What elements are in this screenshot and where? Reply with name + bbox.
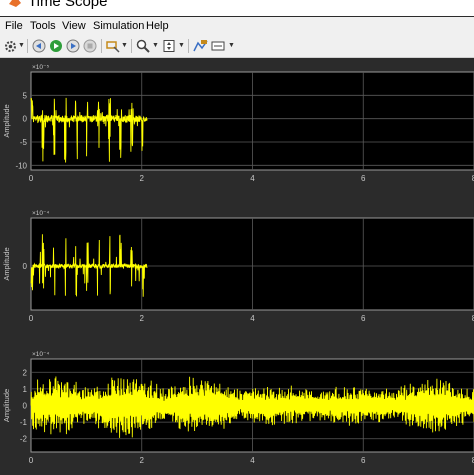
scope-plot-svg: 024680×10⁻⁴Amplitude xyxy=(2,210,474,323)
step-forward-icon[interactable] xyxy=(65,38,81,54)
y-tick-label: 2 xyxy=(23,368,28,377)
toolbar-separator xyxy=(101,39,102,53)
toolbar-separator xyxy=(188,39,189,53)
exponent-label: ×10⁻⁴ xyxy=(32,210,49,217)
scale-dropdown-icon[interactable]: ▼ xyxy=(178,42,185,49)
x-tick-label: 4 xyxy=(250,456,255,465)
x-tick-label: 6 xyxy=(361,456,366,465)
x-tick-label: 6 xyxy=(361,174,366,183)
scope-plot-area: 0246850-5-10×10⁻⁵Amplitude 024680×10⁻⁴Am… xyxy=(0,58,474,475)
scope-plot-2[interactable]: 024680×10⁻⁴Amplitude xyxy=(0,202,474,330)
scope-plot-1[interactable]: 0246850-5-10×10⁻⁵Amplitude xyxy=(0,58,474,190)
scope-plot-svg: 0246850-5-10×10⁻⁵Amplitude xyxy=(2,64,474,183)
zoom-icon[interactable] xyxy=(135,38,151,54)
measurements-alt-icon[interactable] xyxy=(210,38,226,54)
window-title: Time Scope xyxy=(28,0,108,10)
x-tick-label: 2 xyxy=(140,456,145,465)
zoom-dropdown-icon[interactable]: ▼ xyxy=(152,42,159,49)
y-tick-label: 1 xyxy=(23,385,28,394)
menu-view[interactable]: View xyxy=(62,20,86,32)
x-tick-label: 4 xyxy=(250,174,255,183)
x-tick-label: 0 xyxy=(29,174,34,183)
y-tick-label: -1 xyxy=(20,418,28,427)
x-tick-label: 0 xyxy=(29,456,34,465)
y-axis-label: Amplitude xyxy=(2,104,11,137)
y-axis-label: Amplitude xyxy=(2,247,11,280)
rewind-icon[interactable] xyxy=(31,38,47,54)
y-tick-label: -10 xyxy=(15,161,27,170)
toolbar-separator xyxy=(27,39,28,53)
y-tick-label: 0 xyxy=(23,262,28,271)
menu-file[interactable]: File xyxy=(5,20,23,32)
x-tick-label: 6 xyxy=(361,314,366,323)
x-tick-label: 2 xyxy=(140,174,145,183)
x-tick-label: 0 xyxy=(29,314,34,323)
x-tick-label: 2 xyxy=(140,314,145,323)
scope-plot-3[interactable]: 02468210-1-2×10⁻⁴Amplitude xyxy=(0,342,474,475)
y-tick-label: -5 xyxy=(20,138,28,147)
x-tick-label: 4 xyxy=(250,314,255,323)
highlight-icon[interactable] xyxy=(104,38,120,54)
highlight-dropdown-icon[interactable]: ▼ xyxy=(121,42,128,49)
menu-help[interactable]: Help xyxy=(146,20,169,32)
y-tick-label: 5 xyxy=(23,91,28,100)
y-tick-label: 0 xyxy=(23,115,28,124)
gear-icon[interactable] xyxy=(3,38,17,54)
toolbar: ▼ ▼ ▼ ▼ ▼ xyxy=(0,35,474,58)
run-icon[interactable] xyxy=(48,38,64,54)
menu-bar: File Tools View Simulation Help xyxy=(0,17,474,35)
title-bar: Time Scope xyxy=(0,0,474,16)
exponent-label: ×10⁻⁵ xyxy=(32,64,49,71)
y-tick-label: 0 xyxy=(23,402,28,411)
measurements-icon[interactable] xyxy=(192,38,208,54)
matlab-app-icon xyxy=(9,0,21,7)
y-tick-label: -2 xyxy=(20,435,28,444)
gear-dropdown-icon[interactable]: ▼ xyxy=(18,42,25,49)
menu-simulation[interactable]: Simulation xyxy=(93,20,144,32)
exponent-label: ×10⁻⁴ xyxy=(32,351,49,358)
toolbar-separator xyxy=(131,39,132,53)
scale-axes-icon[interactable] xyxy=(161,38,177,54)
stop-icon[interactable] xyxy=(82,38,98,54)
y-axis-label: Amplitude xyxy=(2,389,11,422)
scope-plot-svg: 02468210-1-2×10⁻⁴Amplitude xyxy=(2,351,474,465)
measurements-dropdown-icon[interactable]: ▼ xyxy=(228,42,235,49)
menu-tools[interactable]: Tools xyxy=(30,20,56,32)
